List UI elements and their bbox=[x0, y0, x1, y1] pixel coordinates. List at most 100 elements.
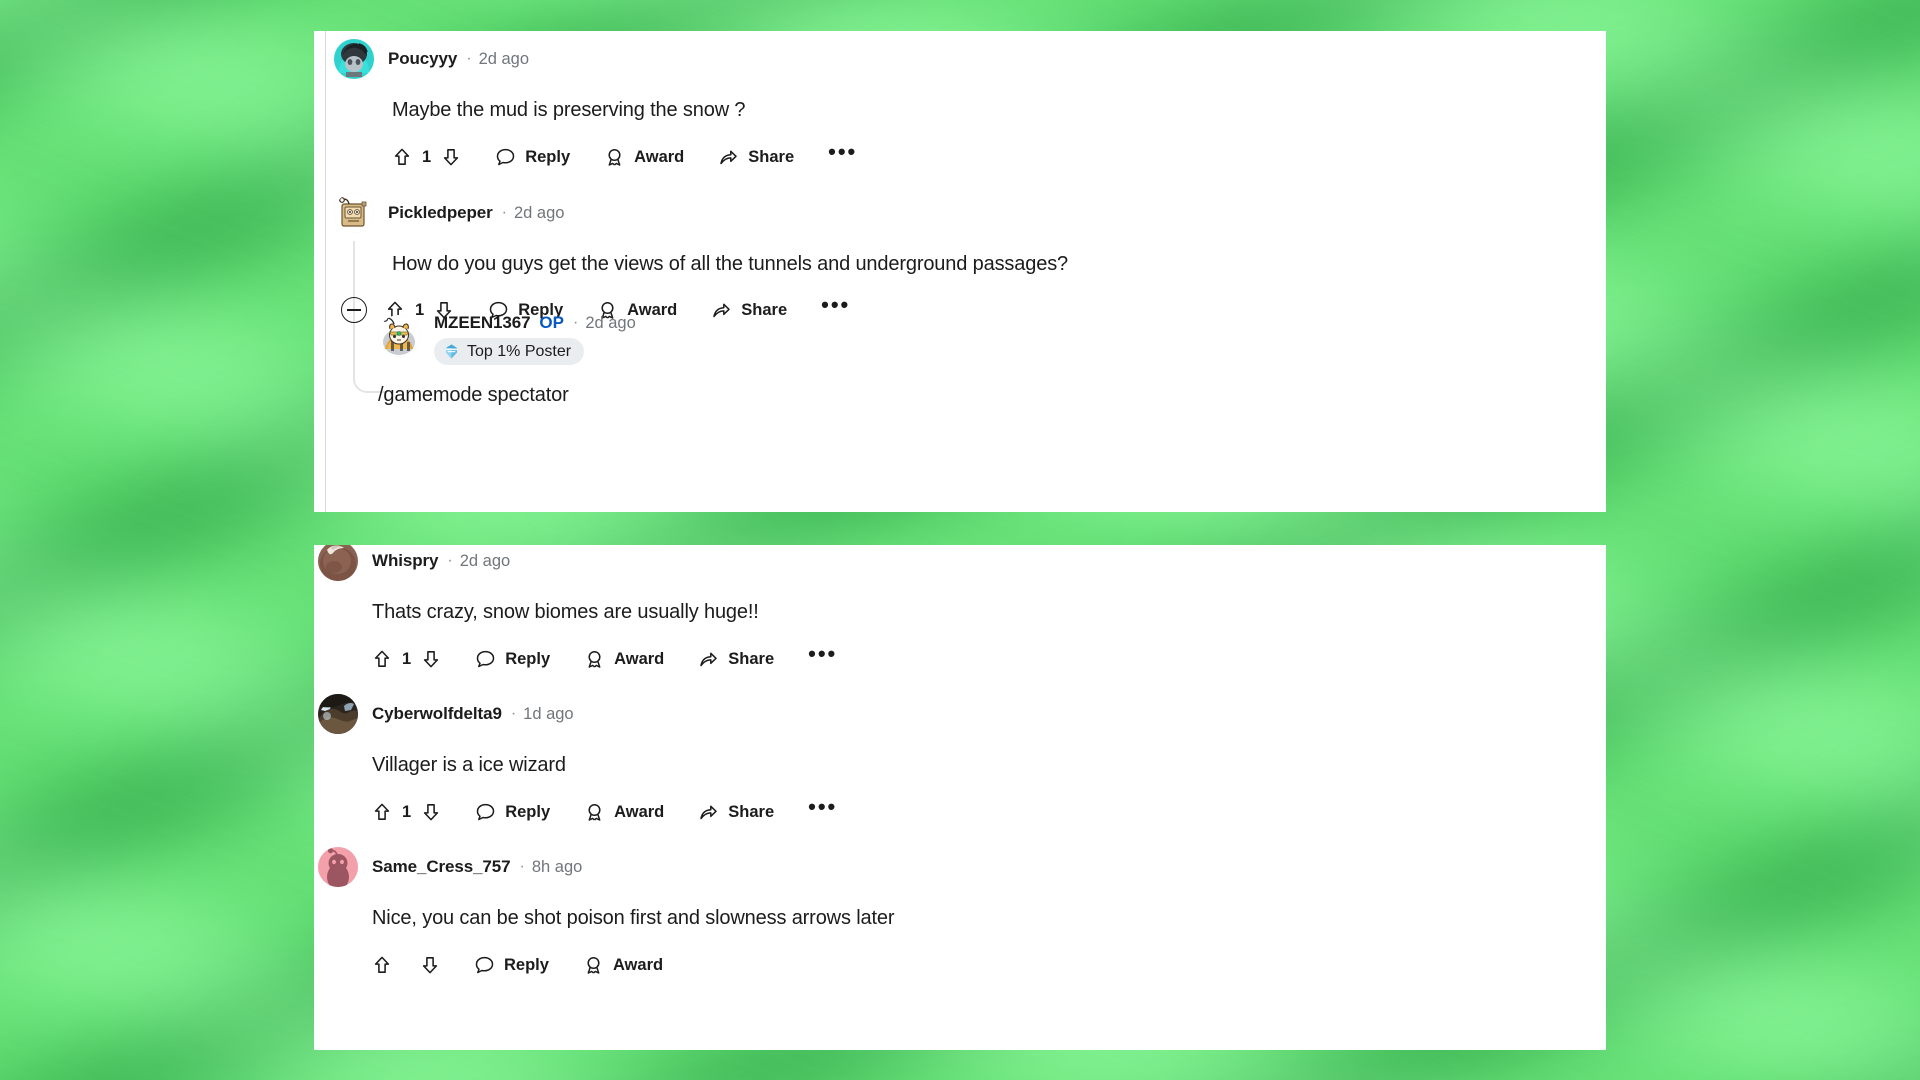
comment-header: Pickledpeper · 2d ago bbox=[334, 193, 1068, 233]
comment-timestamp: 2d ago bbox=[513, 203, 565, 222]
award-button[interactable]: Award bbox=[583, 955, 663, 976]
comment-body: Villager is a ice wizard bbox=[372, 754, 566, 776]
comment-header: MZEEN1367 OP · 2d ago Top 1% Poster bbox=[378, 313, 636, 365]
meta-separator: · bbox=[572, 314, 579, 331]
share-label: Share bbox=[728, 649, 775, 668]
comment-cyberwolfdelta9: Cyberwolfdelta9 · 1d ago Villager is a i… bbox=[318, 694, 837, 828]
speech-bubble-icon bbox=[475, 649, 496, 670]
comment-body: Thats crazy, snow biomes are usually hug… bbox=[372, 601, 759, 623]
comment-username[interactable]: Cyberwolfdelta9 bbox=[372, 704, 502, 724]
more-options-icon[interactable]: ••• bbox=[828, 141, 857, 163]
award-button[interactable]: Award bbox=[584, 649, 664, 670]
comment-timestamp: 2d ago bbox=[459, 551, 511, 570]
vote-count: 1 bbox=[402, 802, 412, 821]
comment-body: Maybe the mud is preserving the snow ? bbox=[392, 99, 746, 121]
award-label: Award bbox=[634, 147, 685, 166]
comment-card-bottom: Whispry · 2d ago Thats crazy, snow biome… bbox=[314, 545, 1606, 1050]
comment-username[interactable]: Same_Cress_757 bbox=[372, 857, 511, 877]
comment-same-cress-757: Same_Cress_757 · 8h ago Nice, you can be… bbox=[318, 847, 895, 981]
share-arrow-icon bbox=[718, 147, 739, 168]
comment-username[interactable]: Pickledpeper bbox=[388, 203, 493, 223]
meta-separator: · bbox=[510, 705, 517, 722]
share-arrow-icon bbox=[698, 802, 719, 823]
thread-rail-top-card bbox=[325, 31, 326, 512]
status-badge-label: Top 1% Poster bbox=[467, 342, 572, 360]
comment-timestamp: 8h ago bbox=[531, 857, 583, 876]
collapse-thread-icon[interactable] bbox=[341, 297, 367, 323]
downvote-icon[interactable] bbox=[420, 955, 440, 975]
comment-body: How do you guys get the views of all the… bbox=[392, 253, 1069, 275]
share-label: Share bbox=[741, 300, 788, 319]
downvote-icon[interactable] bbox=[421, 649, 441, 669]
comment-whispry: Whispry · 2d ago Thats crazy, snow biome… bbox=[318, 545, 837, 675]
more-options-icon[interactable]: ••• bbox=[808, 796, 837, 818]
downvote-icon[interactable] bbox=[441, 147, 461, 167]
speech-bubble-icon bbox=[474, 955, 495, 976]
award-label: Award bbox=[612, 955, 664, 974]
speech-bubble-icon bbox=[475, 802, 496, 823]
upvote-icon[interactable] bbox=[372, 649, 392, 669]
comment-username[interactable]: Whispry bbox=[372, 551, 438, 571]
meta-separator: · bbox=[466, 50, 472, 67]
reply-label: Reply bbox=[505, 649, 551, 668]
share-button[interactable]: Share bbox=[718, 147, 794, 168]
share-arrow-icon bbox=[698, 649, 719, 670]
comment-header: Same_Cress_757 · 8h ago bbox=[318, 847, 894, 887]
op-tag: OP bbox=[539, 313, 564, 332]
comment-timestamp: 2d ago bbox=[585, 313, 636, 332]
award-label: Award bbox=[614, 649, 665, 668]
vote-group: 1 bbox=[392, 147, 461, 167]
avatar[interactable] bbox=[378, 315, 420, 357]
reply-button[interactable]: Reply bbox=[495, 147, 570, 168]
avatar[interactable] bbox=[334, 39, 374, 79]
award-ribbon-icon bbox=[584, 802, 605, 823]
share-button[interactable]: Share bbox=[711, 300, 787, 321]
award-ribbon-icon bbox=[583, 955, 604, 976]
upvote-icon[interactable] bbox=[372, 802, 392, 822]
top-poster-badge-icon bbox=[443, 343, 460, 360]
comment-card-top: Poucyyy · 2d ago Maybe the mud is preser… bbox=[314, 31, 1606, 512]
reply-button[interactable]: Reply bbox=[475, 649, 550, 670]
vote-group: 1 bbox=[372, 649, 441, 669]
downvote-icon[interactable] bbox=[421, 802, 441, 822]
comment-action-bar: 1 Reply Award Share ••• bbox=[372, 643, 837, 675]
award-ribbon-icon bbox=[604, 147, 625, 168]
comment-action-bar: Reply Award bbox=[372, 949, 894, 981]
upvote-icon[interactable] bbox=[392, 147, 412, 167]
comment-timestamp: 1d ago bbox=[523, 704, 574, 723]
share-label: Share bbox=[748, 147, 795, 166]
comment-header: Poucyyy · 2d ago bbox=[334, 39, 857, 79]
reply-button[interactable]: Reply bbox=[474, 955, 549, 976]
comment-header: Whispry · 2d ago bbox=[318, 545, 837, 581]
vote-group: 1 bbox=[372, 802, 441, 822]
meta-separator: · bbox=[519, 858, 525, 875]
comment-username[interactable]: MZEEN1367 bbox=[434, 313, 531, 333]
comment-username[interactable]: Poucyyy bbox=[388, 49, 457, 69]
meta-separator: · bbox=[447, 552, 453, 569]
avatar[interactable] bbox=[318, 847, 358, 887]
vote-count: 1 bbox=[422, 147, 432, 166]
status-badge[interactable]: Top 1% Poster bbox=[434, 338, 585, 365]
share-button[interactable]: Share bbox=[698, 802, 774, 823]
comment-header: Cyberwolfdelta9 · 1d ago bbox=[318, 694, 837, 734]
award-button[interactable]: Award bbox=[584, 802, 664, 823]
reply-label: Reply bbox=[504, 955, 549, 974]
avatar[interactable] bbox=[318, 694, 358, 734]
more-options-icon[interactable]: ••• bbox=[821, 294, 850, 316]
avatar[interactable] bbox=[334, 193, 374, 233]
upvote-icon[interactable] bbox=[372, 955, 392, 975]
reply-button[interactable]: Reply bbox=[475, 802, 550, 823]
avatar[interactable] bbox=[318, 545, 358, 581]
comment-action-bar: 1 Reply Award Share ••• bbox=[392, 141, 857, 173]
comment-body: Nice, you can be shot poison first and s… bbox=[372, 907, 895, 929]
comment-action-bar: 1 Reply Award Share ••• bbox=[372, 796, 837, 828]
reply-label: Reply bbox=[505, 802, 551, 821]
award-button[interactable]: Award bbox=[604, 147, 684, 168]
more-options-icon[interactable]: ••• bbox=[808, 643, 837, 665]
share-arrow-icon bbox=[711, 300, 732, 321]
vote-group bbox=[372, 955, 440, 975]
share-button[interactable]: Share bbox=[698, 649, 774, 670]
speech-bubble-icon bbox=[495, 147, 516, 168]
comment-timestamp: 2d ago bbox=[478, 49, 530, 68]
award-label: Award bbox=[614, 802, 665, 821]
